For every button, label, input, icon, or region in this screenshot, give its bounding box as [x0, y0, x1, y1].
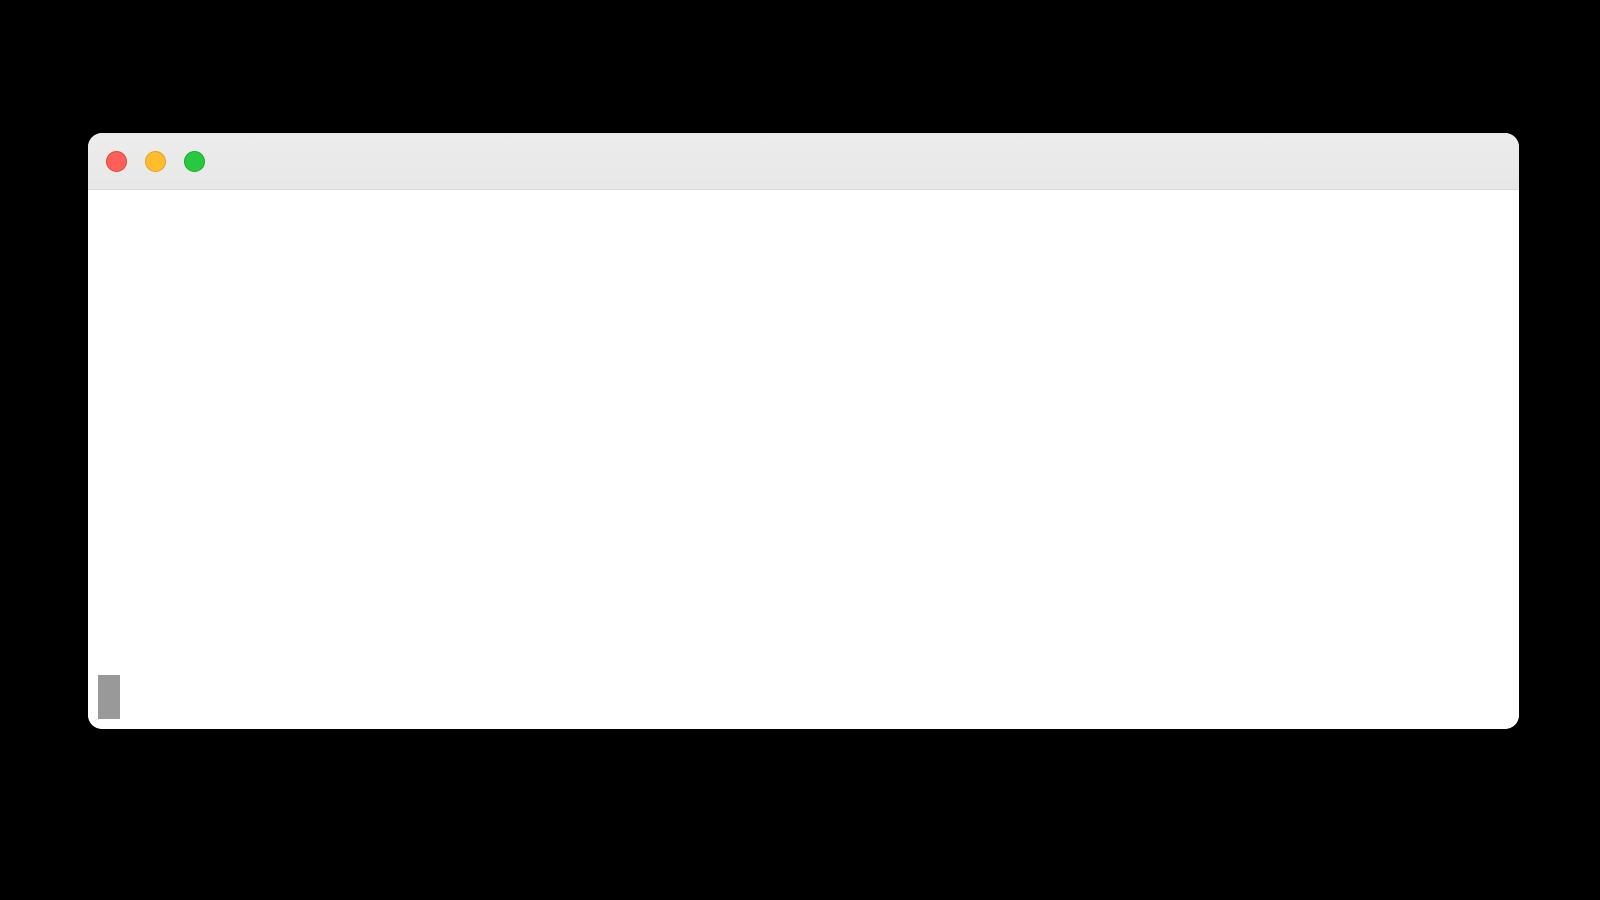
window-titlebar[interactable]	[88, 133, 1519, 190]
terminal-window	[88, 133, 1519, 729]
traffic-lights-group	[106, 151, 205, 172]
maximize-button[interactable]	[184, 151, 205, 172]
close-button[interactable]	[106, 151, 127, 172]
text-cursor	[98, 675, 120, 719]
minimize-button[interactable]	[145, 151, 166, 172]
terminal-content[interactable]	[88, 190, 1519, 729]
